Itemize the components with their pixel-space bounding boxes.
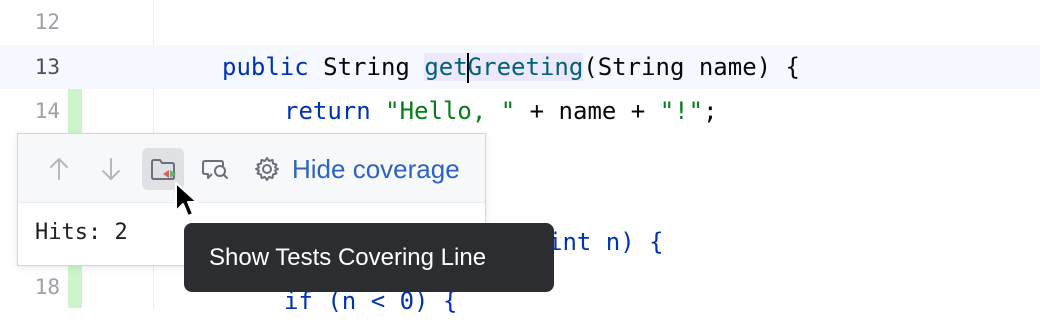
line-number: 13 [34,55,60,79]
keyword-public: public [222,53,309,81]
code-line-14[interactable]: 14 return "Hello, " + name + "!"; [0,89,1040,133]
expression: + name + [515,97,660,125]
arrow-up-icon [50,158,68,180]
method-name[interactable]: getGreeting [424,53,584,83]
method-params: (String name) { [583,53,801,81]
folder-tests-icon [151,159,176,180]
mouse-pointer-icon [175,182,198,217]
string-literal: "Hello, " [385,97,516,125]
next-change-button[interactable] [90,148,132,190]
gear-icon [255,157,279,181]
code-text[interactable]: return "Hello, " + name + "!"; [284,89,718,133]
code-fragment: int n) { [548,228,664,256]
type-string: String [323,53,410,81]
string-literal: "!" [659,97,704,125]
keyword-return: return [284,97,371,125]
line-number: 18 [34,275,60,299]
semicolon: ; [703,97,718,125]
tooltip: Show Tests Covering Line [184,223,554,292]
line-number: 14 [34,99,60,123]
coverage-popup-toolbar: Hide coverage [18,134,485,203]
coverage-marker[interactable] [68,89,82,133]
code-text-partial[interactable]: int n) { [548,220,664,264]
coverage-settings-button[interactable] [246,148,288,190]
hits-count: Hits: 2 [35,220,128,245]
search-tests-button[interactable] [194,148,236,190]
code-text[interactable]: public String getGreeting(String name) { [222,45,800,89]
search-comment-icon [202,160,228,179]
hide-coverage-link[interactable]: Hide coverage [292,148,460,190]
code-line-12[interactable]: 12 [0,0,1040,44]
line-number: 12 [34,10,60,34]
code-line-13[interactable]: 13 public String getGreeting(String name… [0,45,1040,89]
previous-change-button[interactable] [38,148,80,190]
arrow-down-icon [102,158,120,180]
tooltip-text: Show Tests Covering Line [209,243,487,271]
